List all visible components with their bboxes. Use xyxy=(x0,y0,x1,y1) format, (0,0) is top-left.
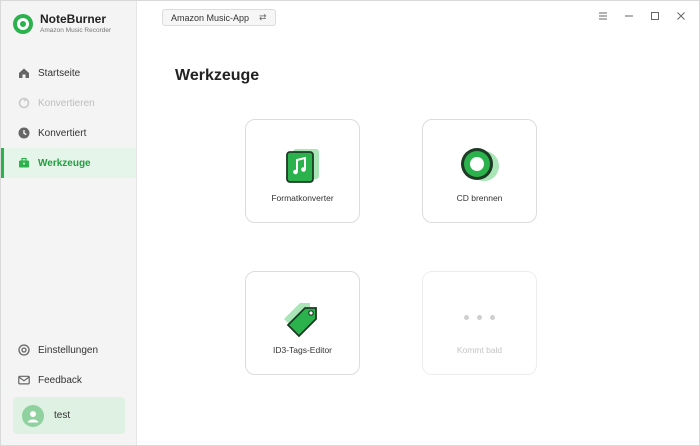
gear-icon xyxy=(18,344,30,356)
sidebar-item-label: Feedback xyxy=(38,374,82,386)
tag-editor-icon xyxy=(280,297,326,337)
tool-card-cd-burn[interactable]: CD brennen xyxy=(422,119,537,223)
user-account[interactable]: test xyxy=(13,397,125,434)
tool-card-coming-soon: Kommt bald xyxy=(422,271,537,375)
sidebar-item-label: Konvertiert xyxy=(38,127,87,139)
swap-icon: ⇄ xyxy=(259,12,267,22)
close-icon[interactable] xyxy=(675,10,687,22)
avatar xyxy=(22,404,44,427)
mail-icon xyxy=(18,374,30,386)
sidebar-nav: Startseite Konvertieren Konvertiert Werk… xyxy=(1,58,136,178)
sidebar-item-convert[interactable]: Konvertieren xyxy=(1,88,136,118)
brand: NoteBurner Amazon Music Recorder xyxy=(13,13,111,35)
sidebar-item-home[interactable]: Startseite xyxy=(1,58,136,88)
clock-icon xyxy=(18,127,30,139)
tool-card-format-converter[interactable]: Formatkonverter xyxy=(245,119,360,223)
menu-icon[interactable] xyxy=(597,10,609,22)
sidebar: NoteBurner Amazon Music Recorder Startse… xyxy=(1,1,137,445)
sidebar-item-label: Konvertieren xyxy=(38,97,95,109)
source-label: Amazon Music-App xyxy=(171,12,250,23)
window-controls xyxy=(597,10,687,22)
home-icon xyxy=(18,67,30,79)
toolbox-icon xyxy=(18,157,30,169)
sidebar-item-label: Einstellungen xyxy=(38,344,99,356)
page-title: Werkzeuge xyxy=(175,67,260,84)
sidebar-bottom-nav: Einstellungen Feedback xyxy=(1,335,136,395)
main-panel: Amazon Music-App ⇄ Werkzeuge Formatkonve… xyxy=(137,1,699,445)
sidebar-item-converted[interactable]: Konvertiert xyxy=(1,118,136,148)
minimize-icon[interactable] xyxy=(623,10,635,22)
tool-label: Formatkonverter xyxy=(271,193,334,203)
sidebar-item-label: Startseite xyxy=(38,67,81,79)
cd-burn-icon xyxy=(457,145,503,185)
tool-label: CD brennen xyxy=(456,193,503,203)
sidebar-item-label: Werkzeuge xyxy=(38,157,91,169)
app-subtitle: Amazon Music Recorder xyxy=(40,27,112,34)
sidebar-item-tools[interactable]: Werkzeuge xyxy=(1,148,136,178)
noteburner-logo xyxy=(13,14,33,34)
tool-label: ID3-Tags-Editor xyxy=(272,345,333,355)
user-name: test xyxy=(54,410,71,421)
more-dots-icon xyxy=(457,297,503,337)
source-switch-button[interactable]: Amazon Music-App ⇄ xyxy=(162,9,276,26)
maximize-icon[interactable] xyxy=(649,10,661,22)
sidebar-item-feedback[interactable]: Feedback xyxy=(1,365,136,395)
app-name: NoteBurner xyxy=(40,12,107,26)
user-icon xyxy=(27,410,39,422)
tool-label: Kommt bald xyxy=(456,345,503,355)
convert-icon xyxy=(18,97,30,109)
tool-card-id3-editor[interactable]: ID3-Tags-Editor xyxy=(245,271,360,375)
app-window: NoteBurner Amazon Music Recorder Startse… xyxy=(0,0,700,446)
sidebar-item-settings[interactable]: Einstellungen xyxy=(1,335,136,365)
format-converter-icon xyxy=(280,145,326,185)
